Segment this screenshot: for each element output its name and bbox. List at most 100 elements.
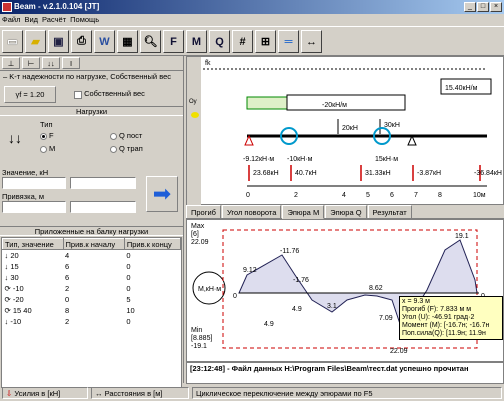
cell-start: 2	[65, 283, 70, 293]
axis-6: 6	[390, 192, 394, 199]
cell-type: ↓ 30	[4, 272, 19, 282]
table-row[interactable]: ⟳ -10 2 0	[3, 283, 181, 294]
type-f-radio[interactable]: F	[40, 131, 54, 140]
value-area: Значение, кН Привязка, м ➡	[0, 168, 183, 226]
type-m-radio[interactable]: M	[40, 144, 55, 153]
oy-marker-icon	[191, 112, 199, 118]
min-index: [8.885]	[191, 335, 212, 342]
section-icon[interactable]: I	[62, 57, 80, 69]
value-input[interactable]	[2, 177, 66, 189]
table-header-row: Тип, значение Прив.к началу Прив.к концу	[2, 238, 182, 250]
own-weight-check[interactable]	[74, 90, 82, 99]
save-icon[interactable]: ▣	[48, 30, 69, 53]
table-row[interactable]: ↓ 20 4 0	[3, 250, 181, 261]
val-2: -11.76	[280, 248, 299, 255]
minimize-button[interactable]: _	[464, 2, 476, 12]
frame-icon[interactable]: ⊞	[255, 30, 276, 53]
load-mid-label: -20кН/м	[322, 102, 347, 109]
dimension-icon[interactable]: ↔	[301, 30, 322, 53]
word-icon[interactable]: W	[94, 30, 115, 53]
bind-label: Привязка, м	[2, 192, 45, 201]
col-type[interactable]: Тип, значение	[2, 238, 64, 250]
val-3: -1.76	[293, 277, 309, 284]
tab-rotation[interactable]: Угол поворота	[221, 205, 282, 218]
loads-header: Нагрузки	[0, 106, 183, 116]
beam-icon[interactable]: ═	[278, 30, 299, 53]
window-controls: _ □ ×	[464, 2, 502, 12]
scheme-ruler	[187, 57, 201, 206]
left-subtoolbar: ⊥ ⊢ ↓↓ I	[0, 56, 183, 70]
window-title: Beam - v.2.1.0.104 [JT]	[14, 2, 100, 11]
reliability-row: γf = 1.20 Собственный вес	[0, 82, 183, 106]
print-icon[interactable]: ⎙	[71, 30, 92, 53]
maximize-button[interactable]: □	[477, 2, 489, 12]
grid-icon[interactable]: #	[232, 30, 253, 53]
tab-shear[interactable]: Эпюра Q	[325, 205, 367, 218]
status-bar: ⇩ Усилия в [кН] ↔ Расстояния в [м] Цикли…	[0, 385, 504, 401]
table-row[interactable]: ⟳ -20 0 5	[3, 294, 181, 305]
col-start[interactable]: Прив.к началу	[62, 238, 125, 250]
new-file-icon[interactable]: ▭	[2, 30, 23, 53]
support-icon[interactable]: ⊥	[2, 57, 20, 69]
open-folder-icon[interactable]: ▰	[25, 30, 46, 53]
val-10: 4.9	[264, 321, 274, 328]
cell-type: ⟳ -10	[4, 283, 24, 293]
table-row[interactable]: ↓ 30 6 0	[3, 272, 181, 283]
menu-file[interactable]: Файл	[2, 14, 20, 26]
length-icon[interactable]: ⊢	[22, 57, 40, 69]
value-input-2[interactable]	[70, 177, 136, 189]
cell-end: 0	[126, 316, 131, 326]
reaction-5: -36.84кН	[474, 170, 502, 177]
zoom-m-icon[interactable]: M	[186, 30, 207, 53]
message-log: [23:12:48] - Файл данных H:\Program File…	[186, 362, 504, 384]
tab-result[interactable]: Результат	[367, 205, 412, 218]
table-row[interactable]: ↓ -10 2 0	[3, 316, 181, 327]
menu-view[interactable]: Вид	[24, 14, 38, 26]
val-6: 8.62	[369, 285, 383, 292]
loads-table: Тип, значение Прив.к началу Прив.к концу…	[2, 238, 182, 327]
menu-help[interactable]: Помощь	[70, 14, 99, 26]
cell-start: 6	[65, 261, 70, 271]
reliability-tab[interactable]: – K-т надежности по нагрузке, Собственны…	[0, 70, 183, 82]
min-value: -19.1	[191, 343, 207, 350]
gamma-button[interactable]: γf = 1.20	[4, 85, 56, 103]
val-11: 0	[233, 293, 237, 300]
scheme-panel: fk Oy -20кН/м 15.40кН/м 20кН 30кН -9.12к…	[186, 56, 504, 206]
cell-end: 0	[126, 283, 131, 293]
menu-bar: Файл Вид Расчёт Помощь	[0, 14, 504, 26]
own-weight-checkbox[interactable]: Собственный вес	[74, 89, 145, 99]
table-icon[interactable]: ▦	[117, 30, 138, 53]
status-forces: ⇩ Усилия в [кН]	[2, 387, 88, 399]
unit-label: M,кН·м	[198, 286, 221, 293]
apply-arrow-button[interactable]: ➡	[146, 176, 178, 212]
status-distances: ↔ Расстояния в [м]	[91, 387, 189, 399]
applied-header: Приложенные на балку нагрузки	[0, 226, 183, 236]
axis-0: 0	[246, 192, 250, 199]
menu-calc[interactable]: Расчёт	[42, 14, 66, 26]
oy-label: Oy	[189, 99, 197, 105]
max-value: 22.09	[191, 239, 209, 246]
cell-end: 5	[126, 294, 131, 304]
val-8: 22.09	[390, 348, 408, 355]
bind-input-2[interactable]	[70, 201, 136, 213]
zoom-q-icon[interactable]: Q	[209, 30, 230, 53]
zoom-f-icon[interactable]: F	[163, 30, 184, 53]
zoom-icon[interactable]: 🔍︎	[140, 30, 161, 53]
toolbar: ▭ ▰ ▣ ⎙ W ▦ 🔍︎ F M Q # ⊞ ═ ↔	[0, 26, 504, 56]
loads-icon[interactable]: ↓↓	[42, 57, 60, 69]
axis-5: 5	[366, 192, 370, 199]
type-qconst-radio[interactable]: Q пост	[110, 131, 142, 140]
col-end[interactable]: Прив.к концу	[123, 238, 182, 250]
force-20-label: 20кН	[342, 125, 358, 132]
bind-input[interactable]	[2, 201, 66, 213]
tab-moment[interactable]: Эпюра M	[282, 205, 325, 219]
val-7: 7.09	[379, 315, 393, 322]
table-row[interactable]: ↓ 15 6 0	[3, 261, 181, 272]
cell-type: ⟳ -20	[4, 294, 24, 304]
type-label: Тип	[40, 120, 53, 129]
applied-loads-table: Тип, значение Прив.к началу Прив.к концу…	[1, 237, 182, 388]
type-qtrap-radio[interactable]: Q трап	[110, 144, 143, 153]
close-button[interactable]: ×	[490, 2, 502, 12]
table-row[interactable]: ⟳ 15 40 8 10	[3, 305, 181, 316]
tab-deflection[interactable]: Прогиб	[186, 205, 221, 218]
